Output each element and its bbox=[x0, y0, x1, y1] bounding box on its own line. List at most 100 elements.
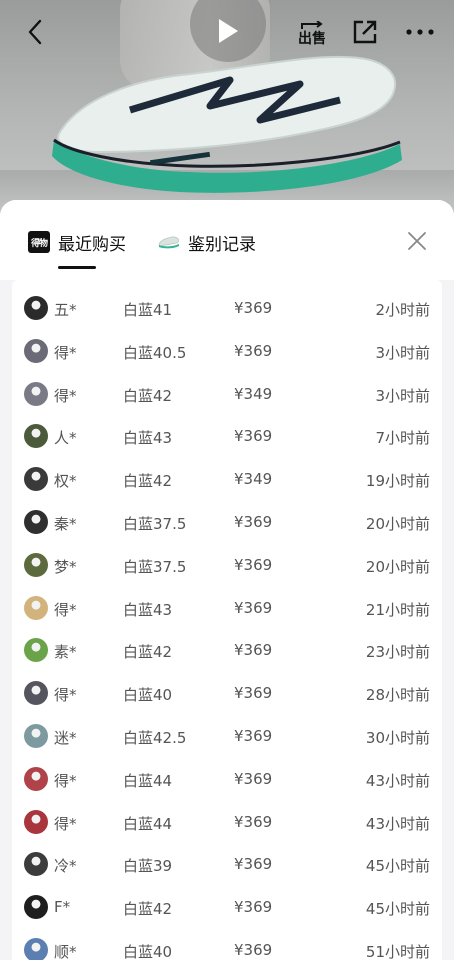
chevron-left-icon bbox=[28, 19, 42, 45]
share-icon bbox=[353, 20, 377, 44]
size-color-spec: 白蓝42 bbox=[123, 643, 173, 662]
purchase-row: 得* 白蓝40.5 ¥369 3小时前 bbox=[12, 330, 442, 373]
size-color-spec: 白蓝44 bbox=[123, 771, 173, 790]
purchase-price: ¥369 bbox=[234, 341, 273, 360]
tab-authentication-records[interactable]: 鉴别记录 bbox=[158, 228, 256, 256]
tab-label: 鉴别记录 bbox=[188, 234, 256, 255]
purchase-price: ¥369 bbox=[234, 555, 273, 574]
purchase-price: ¥369 bbox=[234, 727, 273, 745]
purchase-row: 素* 白蓝42 ¥369 23小时前 bbox=[12, 629, 442, 672]
purchase-row: 迷* 白蓝42.5 ¥369 30小时前 bbox=[12, 715, 442, 758]
close-button[interactable] bbox=[402, 226, 432, 256]
purchase-time: 3小时前 bbox=[375, 386, 430, 405]
size-color-spec: 白蓝37.5 bbox=[123, 515, 187, 533]
buyer-avatar bbox=[24, 510, 48, 534]
purchase-row: 得* 白蓝42 ¥349 3小时前 bbox=[12, 373, 442, 416]
purchase-time: 23小时前 bbox=[365, 643, 430, 662]
size-color-spec: 白蓝41 bbox=[123, 301, 173, 319]
buyer-name: 得* bbox=[54, 386, 77, 405]
size-color-spec: 白蓝43 bbox=[123, 429, 173, 448]
purchase-price: ¥349 bbox=[234, 470, 273, 489]
play-icon bbox=[219, 19, 238, 43]
buyer-name: 得* bbox=[54, 814, 77, 833]
purchase-time: 30小时前 bbox=[365, 729, 430, 747]
buyer-name: 得* bbox=[54, 343, 77, 362]
purchase-price: ¥369 bbox=[234, 855, 273, 874]
buyer-avatar bbox=[24, 467, 48, 492]
buyer-avatar bbox=[24, 595, 48, 620]
more-dots-icon bbox=[406, 29, 434, 35]
buyer-name: 五* bbox=[54, 301, 77, 319]
sell-label: 出售 bbox=[298, 30, 326, 47]
buyer-name: 素* bbox=[54, 643, 77, 662]
buyer-avatar bbox=[24, 766, 48, 791]
size-color-spec: 白蓝42.5 bbox=[123, 729, 187, 747]
buyer-avatar bbox=[24, 895, 48, 920]
size-color-spec: 白蓝42 bbox=[123, 386, 173, 405]
purchase-price: ¥369 bbox=[234, 941, 273, 959]
sell-button[interactable]: 出售 bbox=[292, 14, 332, 52]
buyer-name: 秦* bbox=[54, 515, 77, 533]
size-color-spec: 白蓝40 bbox=[123, 686, 173, 705]
purchase-list[interactable]: 五* 白蓝41 ¥369 2小时前 得* 白蓝40.5 ¥369 3小时前 得* 白蓝42 ¥349… bbox=[12, 280, 442, 960]
purchase-time: 45小时前 bbox=[365, 857, 430, 876]
dewu-logo-icon: 得物 bbox=[28, 231, 50, 253]
buyer-avatar bbox=[24, 381, 48, 406]
tab-recent-purchases[interactable]: 得物 最近购买 bbox=[28, 228, 126, 256]
purchase-row: 冷* 白蓝39 ¥369 45小时前 bbox=[12, 843, 442, 886]
buyer-name: 得* bbox=[54, 771, 77, 790]
purchase-price: ¥369 bbox=[234, 684, 273, 703]
purchase-row: 人* 白蓝43 ¥369 7小时前 bbox=[12, 415, 442, 458]
exchange-arrows-icon bbox=[301, 20, 323, 29]
sneaker-image bbox=[52, 55, 402, 193]
purchase-time: 7小时前 bbox=[375, 429, 430, 448]
buyer-name: 冷* bbox=[54, 857, 77, 876]
purchase-price: ¥369 bbox=[234, 898, 273, 917]
purchase-row: 秦* 白蓝37.5 ¥369 20小时前 bbox=[12, 501, 442, 544]
purchase-time: 2小时前 bbox=[375, 301, 430, 319]
purchase-time: 43小时前 bbox=[365, 771, 430, 790]
buyer-name: 梦* bbox=[54, 557, 77, 576]
app-screen: 出售 得物 最近购买 鉴别记录 五* 白蓝41 ¥369 2小时前 得* 白蓝4… bbox=[0, 0, 454, 960]
size-color-spec: 白蓝40 bbox=[123, 943, 173, 960]
purchase-row: 得* 白蓝44 ¥369 43小时前 bbox=[12, 758, 442, 801]
more-options-button[interactable] bbox=[400, 14, 440, 50]
buyer-name: 得* bbox=[54, 686, 77, 705]
purchase-time: 20小时前 bbox=[365, 557, 430, 576]
close-icon bbox=[408, 232, 426, 250]
purchase-price: ¥369 bbox=[234, 299, 273, 317]
purchase-row: 权* 白蓝42 ¥349 19小时前 bbox=[12, 458, 442, 501]
buyer-name: 迷* bbox=[54, 729, 77, 747]
purchase-time: 43小时前 bbox=[365, 814, 430, 833]
back-button[interactable] bbox=[18, 14, 52, 50]
size-color-spec: 白蓝42 bbox=[123, 900, 173, 919]
size-color-spec: 白蓝44 bbox=[123, 814, 173, 833]
purchase-time: 20小时前 bbox=[365, 515, 430, 533]
size-color-spec: 白蓝42 bbox=[123, 472, 173, 491]
buyer-avatar bbox=[24, 296, 48, 320]
purchase-price: ¥369 bbox=[234, 641, 273, 660]
purchase-time: 45小时前 bbox=[365, 900, 430, 919]
recent-purchases-sheet: 得物 最近购买 鉴别记录 五* 白蓝41 ¥369 2小时前得* 白蓝40.5 ¥369 3… bbox=[0, 200, 454, 960]
buyer-name: 权* bbox=[54, 472, 77, 491]
play-video-button[interactable] bbox=[190, 0, 266, 62]
buyer-avatar bbox=[24, 938, 48, 960]
purchase-time: 21小时前 bbox=[365, 600, 430, 619]
sheet-header: 得物 最近购买 鉴别记录 bbox=[0, 200, 454, 280]
buyer-avatar bbox=[24, 681, 48, 706]
buyer-avatar bbox=[24, 424, 48, 449]
purchase-row: 梦* 白蓝37.5 ¥369 20小时前 bbox=[12, 544, 442, 587]
purchase-row: 得* 白蓝40 ¥369 28小时前 bbox=[12, 672, 442, 715]
buyer-avatar bbox=[24, 552, 48, 577]
purchase-row: 得* 白蓝44 ¥369 43小时前 bbox=[12, 801, 442, 844]
size-color-spec: 白蓝37.5 bbox=[123, 557, 187, 576]
top-nav-bar: 出售 bbox=[0, 0, 454, 64]
purchase-time: 51小时前 bbox=[365, 943, 430, 960]
buyer-avatar bbox=[24, 338, 48, 363]
size-color-spec: 白蓝43 bbox=[123, 600, 173, 619]
share-button[interactable] bbox=[348, 14, 382, 50]
purchase-price: ¥369 bbox=[234, 513, 273, 531]
sneaker-icon bbox=[158, 236, 179, 249]
purchase-time: 19小时前 bbox=[365, 472, 430, 491]
purchase-row: 得* 白蓝43 ¥369 21小时前 bbox=[12, 587, 442, 630]
